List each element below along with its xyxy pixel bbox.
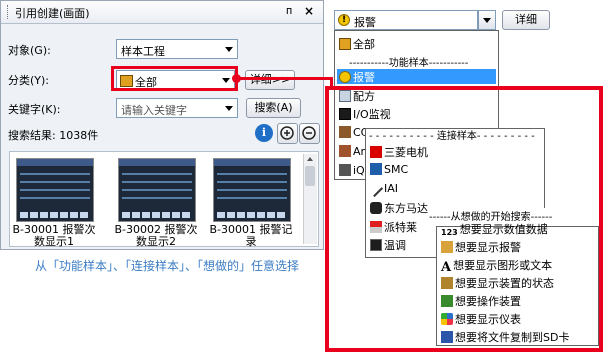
- object-select-value: 样本工程: [121, 45, 165, 58]
- category-label: 分类(Y):: [8, 74, 50, 87]
- category-dropdown-value: 报警: [354, 16, 376, 29]
- keyword-input[interactable]: 请输入关键字: [116, 98, 238, 118]
- object-label: 对象(G):: [8, 44, 51, 57]
- zoom-in-icon[interactable]: [277, 123, 298, 144]
- thumbnail-caption: B-30001 报警次数显示1: [12, 223, 96, 248]
- instruction-note: 从「功能样本」、「连接样本」、「想做的」任意选择: [34, 259, 299, 273]
- results-count: 搜索结果: 1038件: [8, 129, 99, 142]
- list-item-all[interactable]: 全部: [339, 36, 375, 52]
- chevron-down-icon: [225, 106, 233, 111]
- connector-line: [238, 77, 333, 80]
- detail-button[interactable]: 详细>>: [245, 70, 295, 90]
- list-item-label: 全部: [353, 38, 375, 51]
- info-icon[interactable]: i: [255, 124, 273, 142]
- list-item-alarm[interactable]: 报警: [337, 69, 496, 84]
- thumbnail-caption: B-30002 报警次数显示2: [114, 223, 198, 248]
- separator-label: 功能样本: [388, 58, 429, 69]
- chevron-down-icon: [225, 47, 233, 52]
- list-item-label: 报警: [353, 71, 375, 84]
- thumbnail-caption: B-30001 报警记录: [209, 223, 293, 248]
- object-select[interactable]: 样本工程: [116, 39, 238, 59]
- category-dropdown-field[interactable]: ! 报警: [334, 10, 478, 30]
- separator-function: -----------功能样本-----------: [349, 58, 469, 69]
- pin-icon[interactable]: ᴨ: [286, 4, 292, 17]
- keyword-label: 关键字(K):: [8, 103, 61, 116]
- scrollbar[interactable]: [303, 154, 317, 244]
- scroll-up-icon[interactable]: [307, 157, 313, 161]
- grip-icon[interactable]: [7, 5, 11, 19]
- results-thumbnail-list: B-30001 报警次数显示1 B-30002 报警次数显示2 B-30001 …: [9, 151, 319, 248]
- panel-title: 引用创建(画面): [15, 7, 90, 20]
- scroll-thumb[interactable]: [305, 166, 315, 186]
- thumbnail-image[interactable]: [118, 158, 196, 222]
- category-dropdown[interactable]: ! 报警: [334, 10, 496, 30]
- alarm-icon: !: [338, 14, 350, 26]
- chevron-down-icon[interactable]: [478, 10, 496, 30]
- alarm-icon: [339, 71, 351, 83]
- zoom-out-icon[interactable]: [299, 123, 320, 144]
- thumbnail-image[interactable]: [16, 158, 94, 222]
- detail-button-right[interactable]: 详细: [502, 10, 550, 30]
- thumbnail-image[interactable]: [213, 158, 291, 222]
- folder-icon: [339, 38, 351, 50]
- highlight-frame-large: [325, 86, 603, 352]
- keyword-placeholder: 请输入关键字: [121, 104, 187, 117]
- highlight-frame: [111, 66, 238, 91]
- reference-create-panel: 引用创建(画面) ᴨ × 对象(G): 样本工程 分类(Y): 全部 详细>> …: [0, 0, 324, 250]
- search-button[interactable]: 搜索(A): [246, 98, 301, 118]
- panel-title-bar: 引用创建(画面) ᴨ ×: [1, 1, 323, 24]
- close-icon[interactable]: ×: [304, 4, 314, 18]
